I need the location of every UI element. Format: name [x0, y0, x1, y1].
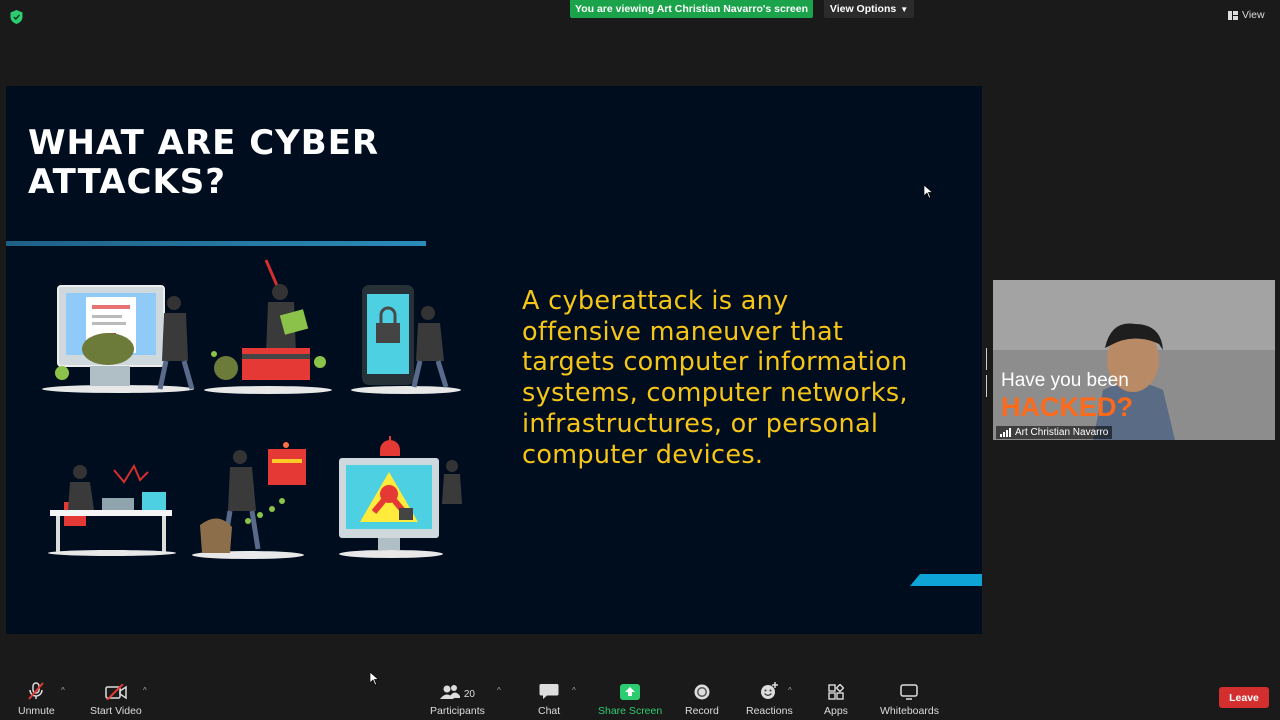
participants-icon — [439, 685, 460, 699]
view-options-button[interactable]: View Options ▼ — [824, 0, 914, 18]
reactions-button[interactable]: Reactions — [746, 680, 793, 717]
title-underline — [6, 241, 426, 246]
participant-name-label: Art Christian Navarro — [996, 426, 1113, 439]
panel-resize-handle[interactable] — [986, 348, 989, 397]
share-screen-icon — [620, 684, 641, 700]
view-label: View — [1242, 9, 1265, 21]
share-screen-label: Share Screen — [598, 705, 663, 717]
whiteboards-button[interactable]: Whiteboards — [880, 680, 939, 717]
participant-name: Art Christian Navarro — [1015, 427, 1109, 438]
hacker-alert-monitor-illustration — [339, 436, 462, 558]
grid-view-icon — [1228, 10, 1238, 20]
security-shield-icon[interactable] — [10, 10, 23, 24]
body-line-3: targets computer information — [522, 347, 908, 378]
participants-label: Participants — [430, 705, 485, 717]
record-icon — [694, 684, 710, 700]
slide-title-line-2: ATTACKS? — [28, 162, 227, 202]
video-overlay-line-1: Have you been — [1001, 370, 1129, 391]
hacker-phone-illustration — [351, 285, 461, 394]
leave-label: Leave — [1229, 691, 1259, 704]
chat-label: Chat — [538, 705, 561, 717]
start-video-label: Start Video — [90, 705, 142, 717]
reactions-options-caret[interactable]: ^ — [788, 686, 792, 695]
participants-options-caret[interactable]: ^ — [497, 686, 501, 695]
unmute-button[interactable]: Unmute — [18, 680, 55, 717]
chat-options-caret[interactable]: ^ — [572, 686, 576, 695]
leave-button[interactable]: Leave — [1219, 687, 1269, 708]
hacker-credit-card-illustration — [204, 259, 332, 394]
hacker-desk-illustration — [48, 463, 176, 556]
banner-text: You are viewing Art Christian Navarro's … — [575, 3, 808, 15]
body-line-1: A cyberattack is any — [522, 286, 789, 316]
reactions-label: Reactions — [746, 705, 793, 717]
chevron-down-icon: ▼ — [900, 4, 909, 14]
viewing-screen-banner: You are viewing Art Christian Navarro's … — [570, 0, 813, 18]
whiteboards-label: Whiteboards — [880, 705, 939, 717]
view-options-label: View Options — [829, 3, 897, 15]
chat-bubble-icon — [539, 684, 559, 699]
video-camera-off-icon — [105, 684, 127, 700]
unmute-label: Unmute — [18, 705, 55, 717]
body-line-5: infrastructures, or personal — [522, 408, 879, 439]
smiley-icon — [761, 682, 779, 699]
apps-icon — [828, 684, 844, 700]
body-line-4: systems, computer networks, — [522, 378, 908, 409]
slide-body-text: A cyberattack is any offensive maneuver … — [522, 286, 962, 470]
audio-options-caret[interactable]: ^ — [61, 686, 65, 695]
shared-screen-slide: WHAT ARE CYBER ATTACKS? A cyberattack is… — [6, 86, 982, 634]
record-button[interactable]: Record — [685, 680, 719, 717]
slide-title: WHAT ARE CYBER ATTACKS? — [28, 124, 448, 202]
participant-video-tile[interactable]: Have you been HACKED? Art Christian Nava… — [993, 280, 1275, 440]
start-video-button[interactable]: Start Video — [90, 680, 142, 717]
slide-title-line-1: WHAT ARE CYBER — [28, 123, 380, 163]
body-line-6: computer devices. — [522, 439, 764, 470]
participants-count: 20 — [463, 689, 475, 700]
view-button[interactable]: View — [1228, 6, 1265, 24]
participants-button[interactable]: 20 Participants — [430, 680, 485, 717]
hacker-stealing-illustration — [192, 442, 306, 559]
mouse-cursor-icon — [370, 672, 379, 686]
apps-button[interactable]: Apps — [824, 680, 848, 717]
chat-button[interactable]: Chat — [538, 680, 560, 717]
slide-accent-bar — [910, 574, 982, 586]
microphone-muted-icon — [28, 682, 45, 700]
meeting-toolbar: Unmute ^ Start Video ^ 20 Participants ^ — [0, 672, 1280, 720]
signal-bars-icon — [1000, 428, 1011, 437]
mouse-cursor-icon — [924, 185, 933, 199]
hacker-computer-illustration — [42, 285, 195, 393]
share-screen-button[interactable]: Share Screen — [598, 680, 662, 717]
record-label: Record — [685, 705, 719, 717]
video-options-caret[interactable]: ^ — [143, 686, 147, 695]
body-line-2: offensive maneuver that — [522, 316, 844, 347]
apps-label: Apps — [824, 705, 848, 717]
video-overlay-line-2: HACKED? — [1001, 392, 1133, 422]
whiteboard-icon — [900, 684, 919, 700]
